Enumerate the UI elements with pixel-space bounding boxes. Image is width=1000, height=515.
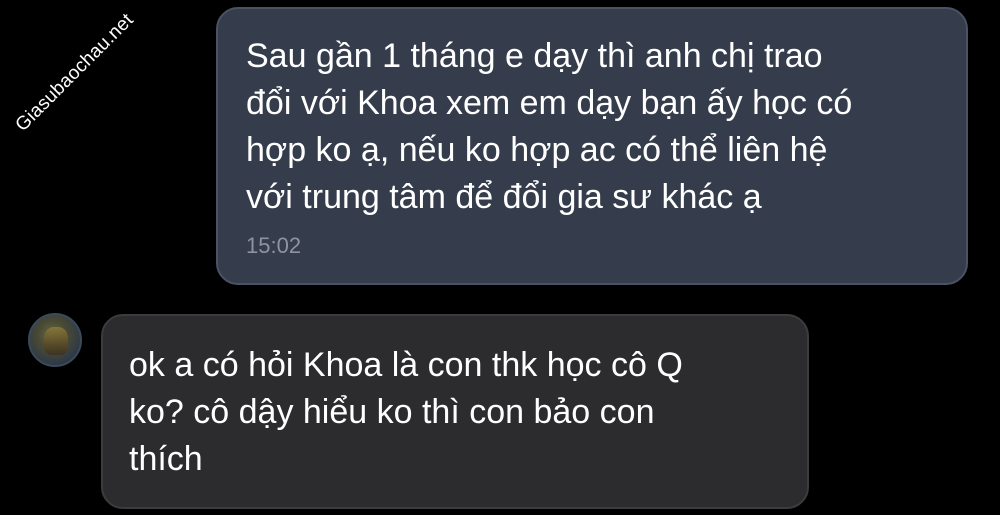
chat-screen: Giasubaochau.net Sau gần 1 tháng e dạy t… (0, 0, 1000, 515)
watermark-text: Giasubaochau.net (11, 9, 138, 136)
incoming-message-text: ok a có hỏi Khoa là con thk học cô Q ko?… (129, 346, 683, 478)
message-timestamp: 15:02 (246, 233, 302, 258)
avatar-image (44, 327, 68, 355)
outgoing-message-bubble[interactable]: Sau gần 1 tháng e dạy thì anh chị trao đ… (216, 7, 968, 285)
outgoing-message-text: Sau gần 1 tháng e dạy thì anh chị trao đ… (246, 37, 853, 216)
avatar[interactable] (28, 313, 82, 367)
incoming-message-bubble[interactable]: ok a có hỏi Khoa là con thk học cô Q ko?… (101, 314, 809, 509)
